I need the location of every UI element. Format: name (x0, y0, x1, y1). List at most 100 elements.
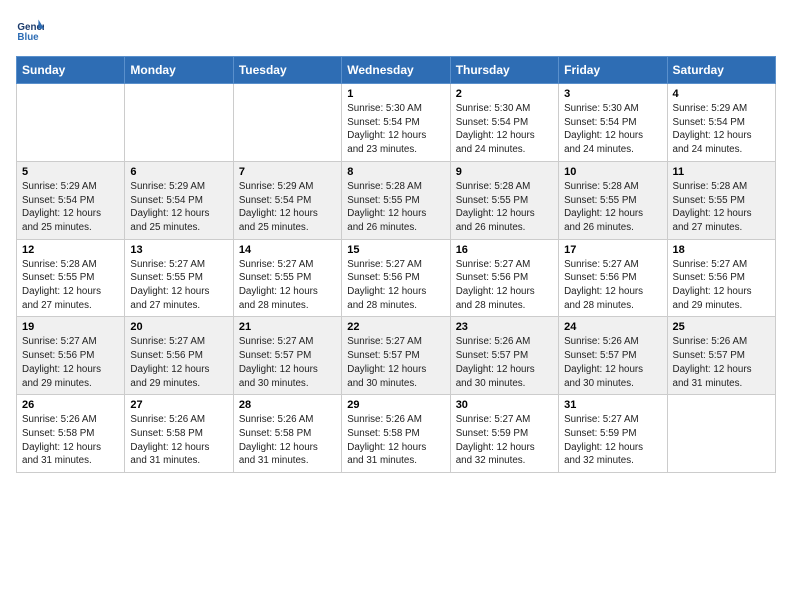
cell-info: Sunrise: 5:27 AM Sunset: 5:56 PM Dayligh… (456, 258, 553, 313)
cell-info: Sunrise: 5:26 AM Sunset: 5:58 PM Dayligh… (130, 413, 227, 468)
week-row-4: 19 Sunrise: 5:27 AM Sunset: 5:56 PM Dayli… (17, 317, 776, 395)
cell-info: Sunrise: 5:27 AM Sunset: 5:59 PM Dayligh… (564, 413, 661, 468)
day-number: 9 (456, 166, 553, 178)
calendar-cell: 3 Sunrise: 5:30 AM Sunset: 5:54 PM Daylig… (559, 84, 667, 162)
calendar-cell: 29 Sunrise: 5:26 AM Sunset: 5:58 PM Dayli… (342, 395, 450, 473)
calendar-cell: 1Sunrise: 5:30 AM Sunset: 5:54 PM Daylig… (342, 84, 450, 162)
cell-info: Sunrise: 5:27 AM Sunset: 5:56 PM Dayligh… (130, 335, 227, 390)
day-number: 31 (564, 399, 661, 411)
logo: General Blue (16, 16, 48, 44)
cell-info: Sunrise: 5:26 AM Sunset: 5:58 PM Dayligh… (347, 413, 444, 468)
day-number: 3 (564, 88, 661, 100)
page-header: General Blue (16, 16, 776, 44)
calendar-cell: 13 Sunrise: 5:27 AM Sunset: 5:55 PM Dayli… (125, 239, 233, 317)
cell-info: Sunrise: 5:29 AM Sunset: 5:54 PM Dayligh… (22, 180, 119, 235)
cell-info: Sunrise: 5:26 AM Sunset: 5:57 PM Dayligh… (564, 335, 661, 390)
calendar-cell: 6 Sunrise: 5:29 AM Sunset: 5:54 PM Daylig… (125, 161, 233, 239)
cell-info: Sunrise: 5:30 AM Sunset: 5:54 PM Dayligh… (347, 102, 444, 157)
calendar-cell: 11Sunrise: 5:28 AM Sunset: 5:55 PM Dayli… (667, 161, 775, 239)
day-number: 27 (130, 399, 227, 411)
cell-info: Sunrise: 5:29 AM Sunset: 5:54 PM Dayligh… (130, 180, 227, 235)
day-number: 18 (673, 244, 770, 256)
cell-info: Sunrise: 5:29 AM Sunset: 5:54 PM Dayligh… (673, 102, 770, 157)
day-number: 28 (239, 399, 336, 411)
day-number: 12 (22, 244, 119, 256)
cell-info: Sunrise: 5:26 AM Sunset: 5:57 PM Dayligh… (456, 335, 553, 390)
calendar-cell: 16 Sunrise: 5:27 AM Sunset: 5:56 PM Dayli… (450, 239, 558, 317)
day-number: 14 (239, 244, 336, 256)
calendar-cell: 15 Sunrise: 5:27 AM Sunset: 5:56 PM Dayli… (342, 239, 450, 317)
calendar-cell: 25 Sunrise: 5:26 AM Sunset: 5:57 PM Dayli… (667, 317, 775, 395)
svg-text:Blue: Blue (17, 32, 39, 43)
day-number: 17 (564, 244, 661, 256)
cell-info: Sunrise: 5:27 AM Sunset: 5:57 PM Dayligh… (347, 335, 444, 390)
day-number: 15 (347, 244, 444, 256)
calendar-cell: 24Sunrise: 5:26 AM Sunset: 5:57 PM Dayli… (559, 317, 667, 395)
cell-info: Sunrise: 5:27 AM Sunset: 5:56 PM Dayligh… (564, 258, 661, 313)
day-number: 26 (22, 399, 119, 411)
calendar-table: SundayMondayTuesdayWednesdayThursdayFrid… (16, 56, 776, 473)
cell-info: Sunrise: 5:27 AM Sunset: 5:56 PM Dayligh… (673, 258, 770, 313)
cell-info: Sunrise: 5:28 AM Sunset: 5:55 PM Dayligh… (564, 180, 661, 235)
week-row-3: 12 Sunrise: 5:28 AM Sunset: 5:55 PM Dayli… (17, 239, 776, 317)
day-number: 19 (22, 321, 119, 333)
day-number: 21 (239, 321, 336, 333)
day-number: 13 (130, 244, 227, 256)
day-header-saturday: Saturday (667, 57, 775, 84)
day-number: 25 (673, 321, 770, 333)
header-row: SundayMondayTuesdayWednesdayThursdayFrid… (17, 57, 776, 84)
day-number: 7 (239, 166, 336, 178)
calendar-cell (125, 84, 233, 162)
day-number: 20 (130, 321, 227, 333)
calendar-cell (17, 84, 125, 162)
cell-info: Sunrise: 5:28 AM Sunset: 5:55 PM Dayligh… (22, 258, 119, 313)
cell-info: Sunrise: 5:26 AM Sunset: 5:58 PM Dayligh… (22, 413, 119, 468)
cell-info: Sunrise: 5:28 AM Sunset: 5:55 PM Dayligh… (456, 180, 553, 235)
calendar-cell: 31 Sunrise: 5:27 AM Sunset: 5:59 PM Dayli… (559, 395, 667, 473)
calendar-cell: 7Sunrise: 5:29 AM Sunset: 5:54 PM Daylig… (233, 161, 341, 239)
day-number: 8 (347, 166, 444, 178)
day-number: 30 (456, 399, 553, 411)
calendar-cell: 23 Sunrise: 5:26 AM Sunset: 5:57 PM Dayli… (450, 317, 558, 395)
cell-info: Sunrise: 5:27 AM Sunset: 5:56 PM Dayligh… (347, 258, 444, 313)
week-row-2: 5 Sunrise: 5:29 AM Sunset: 5:54 PM Daylig… (17, 161, 776, 239)
cell-info: Sunrise: 5:27 AM Sunset: 5:55 PM Dayligh… (239, 258, 336, 313)
calendar-cell: 4Sunrise: 5:29 AM Sunset: 5:54 PM Daylig… (667, 84, 775, 162)
day-number: 11 (673, 166, 770, 178)
cell-info: Sunrise: 5:27 AM Sunset: 5:56 PM Dayligh… (22, 335, 119, 390)
calendar-cell: 2Sunrise: 5:30 AM Sunset: 5:54 PM Daylig… (450, 84, 558, 162)
calendar-cell: 8 Sunrise: 5:28 AM Sunset: 5:55 PM Daylig… (342, 161, 450, 239)
calendar-cell: 21Sunrise: 5:27 AM Sunset: 5:57 PM Dayli… (233, 317, 341, 395)
day-number: 5 (22, 166, 119, 178)
day-number: 6 (130, 166, 227, 178)
calendar-cell: 27 Sunrise: 5:26 AM Sunset: 5:58 PM Dayli… (125, 395, 233, 473)
calendar-cell: 12 Sunrise: 5:28 AM Sunset: 5:55 PM Dayli… (17, 239, 125, 317)
day-header-monday: Monday (125, 57, 233, 84)
calendar-cell: 17 Sunrise: 5:27 AM Sunset: 5:56 PM Dayli… (559, 239, 667, 317)
cell-info: Sunrise: 5:30 AM Sunset: 5:54 PM Dayligh… (456, 102, 553, 157)
day-header-wednesday: Wednesday (342, 57, 450, 84)
calendar-cell: 5 Sunrise: 5:29 AM Sunset: 5:54 PM Daylig… (17, 161, 125, 239)
day-number: 23 (456, 321, 553, 333)
day-number: 10 (564, 166, 661, 178)
cell-info: Sunrise: 5:28 AM Sunset: 5:55 PM Dayligh… (347, 180, 444, 235)
day-header-thursday: Thursday (450, 57, 558, 84)
day-number: 22 (347, 321, 444, 333)
cell-info: Sunrise: 5:30 AM Sunset: 5:54 PM Dayligh… (564, 102, 661, 157)
day-header-tuesday: Tuesday (233, 57, 341, 84)
calendar-cell: 19 Sunrise: 5:27 AM Sunset: 5:56 PM Dayli… (17, 317, 125, 395)
day-header-friday: Friday (559, 57, 667, 84)
calendar-cell: 10 Sunrise: 5:28 AM Sunset: 5:55 PM Dayli… (559, 161, 667, 239)
calendar-cell: 22 Sunrise: 5:27 AM Sunset: 5:57 PM Dayli… (342, 317, 450, 395)
day-number: 29 (347, 399, 444, 411)
calendar-cell: 26 Sunrise: 5:26 AM Sunset: 5:58 PM Dayli… (17, 395, 125, 473)
calendar-cell (233, 84, 341, 162)
cell-info: Sunrise: 5:27 AM Sunset: 5:55 PM Dayligh… (130, 258, 227, 313)
calendar-cell: 14 Sunrise: 5:27 AM Sunset: 5:55 PM Dayli… (233, 239, 341, 317)
cell-info: Sunrise: 5:26 AM Sunset: 5:57 PM Dayligh… (673, 335, 770, 390)
week-row-1: 1Sunrise: 5:30 AM Sunset: 5:54 PM Daylig… (17, 84, 776, 162)
calendar-cell (667, 395, 775, 473)
day-number: 16 (456, 244, 553, 256)
cell-info: Sunrise: 5:26 AM Sunset: 5:58 PM Dayligh… (239, 413, 336, 468)
day-header-sunday: Sunday (17, 57, 125, 84)
